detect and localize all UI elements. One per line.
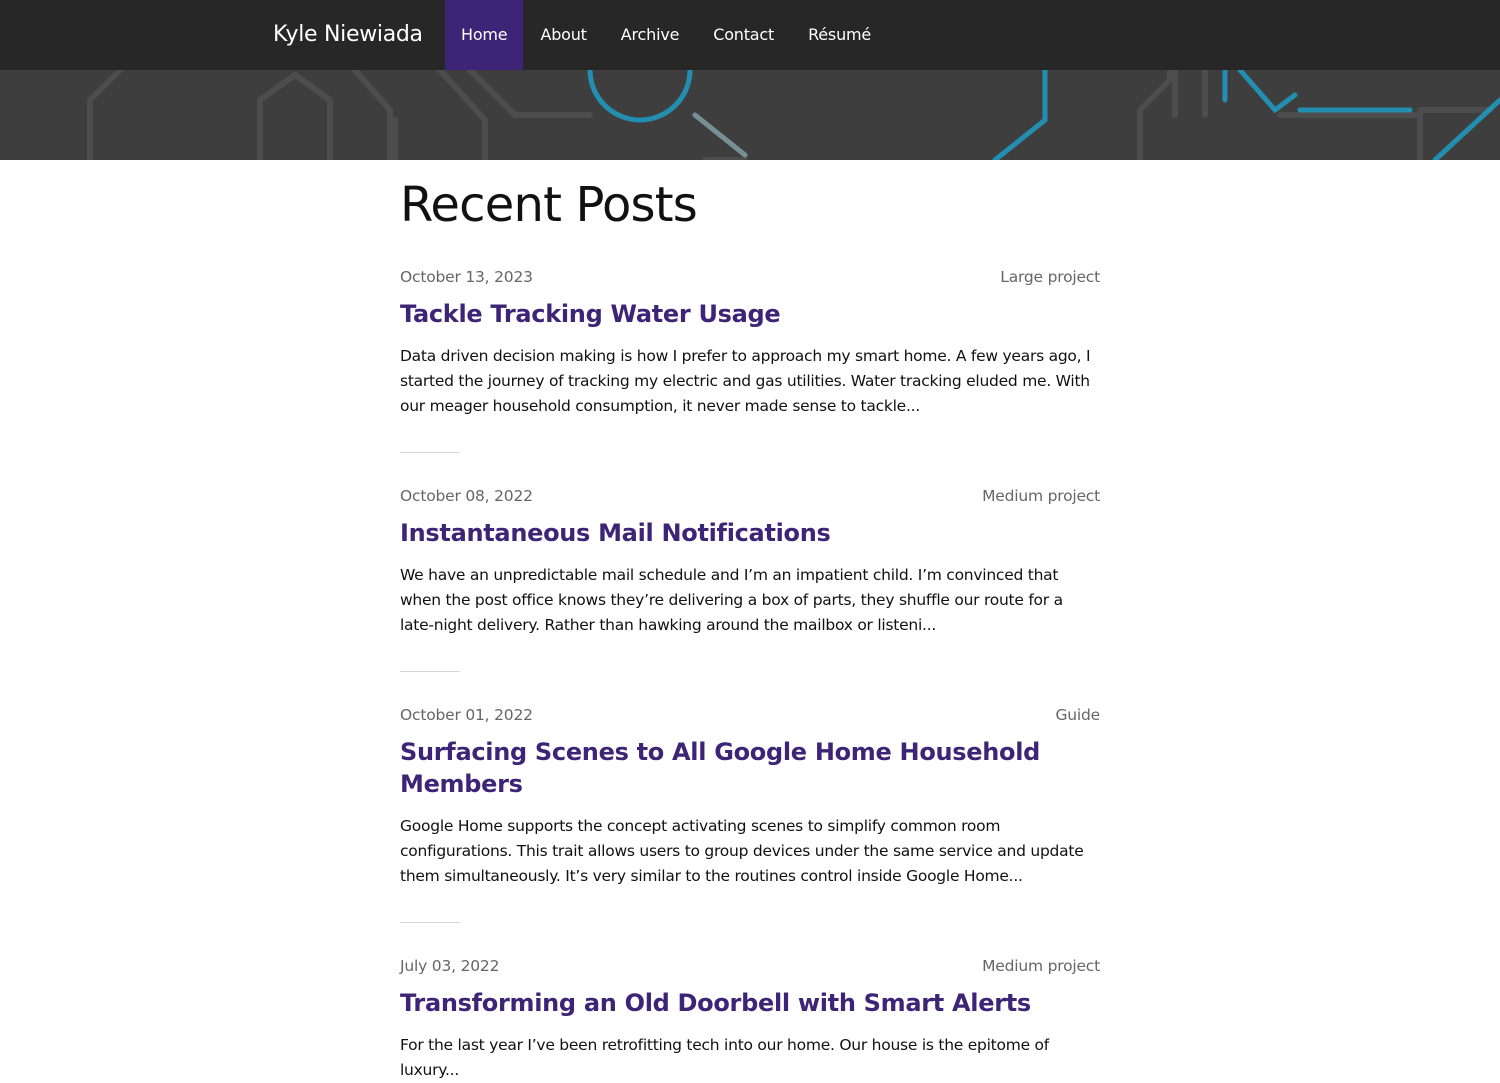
nav-item-resume[interactable]: Résumé xyxy=(791,0,888,70)
post-meta: October 01, 2022 Guide xyxy=(400,706,1100,728)
post-divider xyxy=(400,671,460,672)
post-date: July 03, 2022 xyxy=(400,957,500,975)
post-date: October 08, 2022 xyxy=(400,487,533,505)
top-navbar: Kyle Niewiada Home About Archive Contact… xyxy=(0,0,1500,70)
post-excerpt: For the last year I’ve been retrofitting… xyxy=(400,1036,1049,1079)
nav-item-about[interactable]: About xyxy=(523,0,603,70)
nav-item-contact[interactable]: Contact xyxy=(696,0,791,70)
main-content: Recent Posts October 13, 2023 Large proj… xyxy=(400,160,1100,1083)
page-title: Recent Posts xyxy=(400,177,698,233)
nav-item-home[interactable]: Home xyxy=(445,0,524,70)
post-title-link[interactable]: Instantaneous Mail Notifications xyxy=(400,517,1100,549)
post-excerpt: Google Home supports the concept activat… xyxy=(400,817,1084,885)
post-title-link[interactable]: Tackle Tracking Water Usage xyxy=(400,298,1100,330)
post-divider xyxy=(400,922,460,923)
post-type: Guide xyxy=(1055,706,1100,724)
main-nav: Home About Archive Contact Résumé xyxy=(445,0,888,70)
post-type: Medium project xyxy=(982,957,1100,975)
post-item: October 08, 2022 Medium project Instanta… xyxy=(400,487,1100,672)
post-meta: October 13, 2023 Large project xyxy=(400,268,1100,290)
circuit-pattern-image xyxy=(87,70,1500,160)
post-type: Large project xyxy=(1000,268,1100,286)
post-title-link[interactable]: Surfacing Scenes to All Google Home Hous… xyxy=(400,736,1100,800)
nav-item-archive[interactable]: Archive xyxy=(604,0,696,70)
post-meta: July 03, 2022 Medium project xyxy=(400,957,1100,979)
header-banner xyxy=(0,70,1500,160)
post-divider xyxy=(400,452,460,453)
post-excerpt: We have an unpredictable mail schedule a… xyxy=(400,566,1063,634)
site-brand-link[interactable]: Kyle Niewiada xyxy=(273,0,423,70)
post-date: October 01, 2022 xyxy=(400,706,533,724)
post-item: October 01, 2022 Guide Surfacing Scenes … xyxy=(400,706,1100,923)
post-type: Medium project xyxy=(982,487,1100,505)
post-date: October 13, 2023 xyxy=(400,268,533,286)
post-item: July 03, 2022 Medium project Transformin… xyxy=(400,957,1100,1083)
post-excerpt: Data driven decision making is how I pre… xyxy=(400,347,1091,415)
post-item: October 13, 2023 Large project Tackle Tr… xyxy=(400,268,1100,453)
post-title-link[interactable]: Transforming an Old Doorbell with Smart … xyxy=(400,987,1100,1019)
post-meta: October 08, 2022 Medium project xyxy=(400,487,1100,509)
